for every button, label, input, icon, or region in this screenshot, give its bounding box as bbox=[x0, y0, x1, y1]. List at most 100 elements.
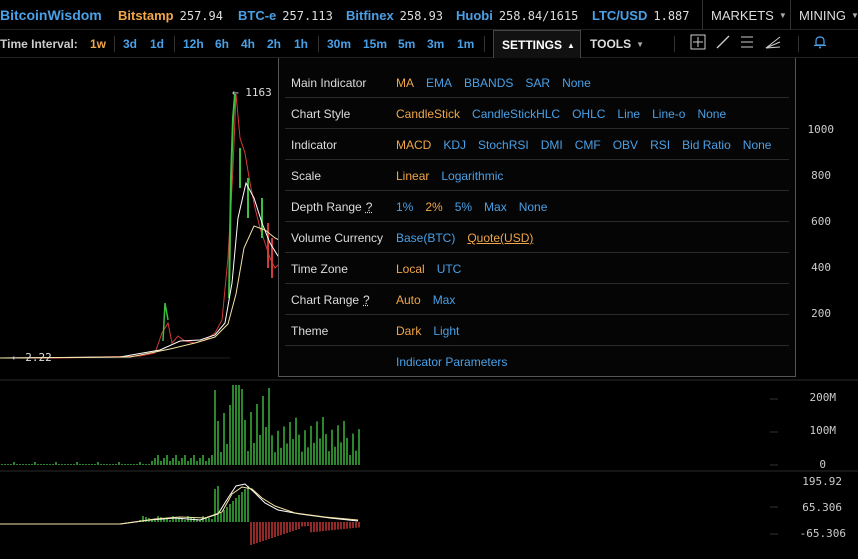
interval-3d[interactable]: 3d bbox=[123, 37, 137, 51]
option-5[interactable]: 5% bbox=[455, 200, 472, 214]
interval-bar: Time Interval: 1w 3d 1d 12h 6h 4h 2h 1h … bbox=[0, 30, 858, 58]
interval-1m[interactable]: 1m bbox=[457, 37, 474, 51]
settings-row-label: Chart Style bbox=[291, 107, 350, 121]
interval-30m[interactable]: 30m bbox=[327, 37, 351, 51]
option-obv[interactable]: OBV bbox=[613, 138, 638, 152]
settings-options: Linear Logarithmic bbox=[396, 169, 515, 183]
option-none[interactable]: None bbox=[697, 107, 726, 121]
mining-label: MINING bbox=[799, 8, 846, 23]
ticker-price: 258.93 bbox=[400, 9, 443, 23]
interval-6h[interactable]: 6h bbox=[215, 37, 229, 51]
ticker-name: Bitfinex bbox=[346, 8, 394, 23]
help-icon[interactable]: ? bbox=[363, 293, 370, 307]
settings-options: Indicator Parameters bbox=[396, 355, 519, 369]
option-ema[interactable]: EMA bbox=[426, 76, 452, 90]
option-bbands[interactable]: BBANDS bbox=[464, 76, 513, 90]
settings-row-label: Time Zone bbox=[291, 262, 348, 276]
interval-4h[interactable]: 4h bbox=[241, 37, 255, 51]
option-line[interactable]: Line bbox=[617, 107, 640, 121]
price-axis-label: 800 bbox=[796, 169, 831, 182]
tools-button[interactable]: TOOLS ▼ bbox=[590, 37, 644, 51]
settings-row-label: Chart Range? bbox=[291, 293, 370, 307]
option-max[interactable]: Max bbox=[484, 200, 507, 214]
mining-menu[interactable]: MINING ▼ bbox=[790, 0, 858, 30]
option-local[interactable]: Local bbox=[396, 262, 425, 276]
help-icon[interactable]: ? bbox=[366, 200, 373, 214]
settings-row-main-indicator: Main Indicator MA EMA BBANDS SAR None bbox=[285, 67, 789, 98]
top-bar: BitcoinWisdom Bitstamp 257.94 BTC-e 257.11… bbox=[0, 0, 858, 30]
option-light[interactable]: Light bbox=[433, 324, 459, 338]
option-stochrsi[interactable]: StochRSI bbox=[478, 138, 529, 152]
divider bbox=[318, 36, 319, 52]
ticker-bitstamp[interactable]: Bitstamp 257.94 bbox=[118, 8, 223, 23]
interval-5m[interactable]: 5m bbox=[398, 37, 415, 51]
option-dmi[interactable]: DMI bbox=[541, 138, 563, 152]
divider bbox=[174, 36, 175, 52]
fan-icon[interactable] bbox=[765, 35, 781, 52]
ticker-huobi[interactable]: Huobi 258.84/1615 bbox=[456, 8, 578, 23]
option-none[interactable]: None bbox=[743, 138, 772, 152]
site-logo[interactable]: BitcoinWisdom bbox=[0, 7, 102, 23]
interval-1d[interactable]: 1d bbox=[150, 37, 164, 51]
volume-axis-label: 100M bbox=[796, 424, 836, 437]
settings-options: Auto Max bbox=[396, 293, 467, 307]
option-1[interactable]: 1% bbox=[396, 200, 413, 214]
line-draw-icon[interactable] bbox=[716, 35, 730, 52]
settings-options: Dark Light bbox=[396, 324, 471, 338]
option-none[interactable]: None bbox=[519, 200, 548, 214]
settings-label-text: Theme bbox=[291, 324, 328, 338]
ticker-bitfinex[interactable]: Bitfinex 258.93 bbox=[346, 8, 443, 23]
settings-options: Base(BTC) Quote(USD) bbox=[396, 231, 545, 245]
settings-label-text: Time Zone bbox=[291, 262, 348, 276]
option-2[interactable]: 2% bbox=[425, 200, 442, 214]
option-max[interactable]: Max bbox=[433, 293, 456, 307]
option-logarithmic[interactable]: Logarithmic bbox=[441, 169, 503, 183]
option-line-o[interactable]: Line-o bbox=[652, 107, 685, 121]
option-rsi[interactable]: RSI bbox=[650, 138, 670, 152]
option-auto[interactable]: Auto bbox=[396, 293, 421, 307]
option-quote-usd[interactable]: Quote(USD) bbox=[467, 231, 533, 245]
volume-axis-label: 200M bbox=[796, 391, 836, 404]
interval-15m[interactable]: 15m bbox=[363, 37, 387, 51]
option-kdj[interactable]: KDJ bbox=[443, 138, 466, 152]
settings-row-theme: Theme Dark Light bbox=[285, 315, 789, 346]
settings-options: 1% 2% 5% Max None bbox=[396, 200, 559, 214]
option-cmf[interactable]: CMF bbox=[575, 138, 601, 152]
option-ma[interactable]: MA bbox=[396, 76, 414, 90]
option-macd[interactable]: MACD bbox=[396, 138, 431, 152]
settings-row-label: Volume Currency bbox=[291, 231, 383, 245]
option-ohlc[interactable]: OHLC bbox=[572, 107, 605, 121]
interval-2h[interactable]: 2h bbox=[267, 37, 281, 51]
settings-button[interactable]: SETTINGS ▲ bbox=[493, 30, 581, 59]
bell-icon[interactable] bbox=[813, 35, 827, 52]
option-dark[interactable]: Dark bbox=[396, 324, 421, 338]
ticker-price: 257.113 bbox=[282, 9, 333, 23]
settings-row-volume-currency: Volume Currency Base(BTC) Quote(USD) bbox=[285, 222, 789, 253]
option-base-btc[interactable]: Base(BTC) bbox=[396, 231, 455, 245]
settings-row-indicator-parameters: Indicator Parameters bbox=[285, 346, 789, 377]
option-linear[interactable]: Linear bbox=[396, 169, 429, 183]
crosshair-icon[interactable] bbox=[690, 34, 706, 53]
interval-1h[interactable]: 1h bbox=[294, 37, 308, 51]
settings-label-text: Volume Currency bbox=[291, 231, 383, 245]
option-none[interactable]: None bbox=[562, 76, 591, 90]
interval-12h[interactable]: 12h bbox=[183, 37, 204, 51]
settings-row-indicator: Indicator MACD KDJ StochRSI DMI CMF OBV RSI Bid … bbox=[285, 129, 789, 160]
markets-menu[interactable]: MARKETS ▼ bbox=[702, 0, 788, 30]
ticker-name: Bitstamp bbox=[118, 8, 174, 23]
option-candlestick[interactable]: CandleStick bbox=[396, 107, 460, 121]
option-utc[interactable]: UTC bbox=[437, 262, 462, 276]
ticker-btce[interactable]: BTC-e 257.113 bbox=[238, 8, 333, 23]
settings-options: CandleStick CandleStickHLC OHLC Line Line-o N… bbox=[396, 107, 738, 121]
horizontal-lines-icon[interactable] bbox=[740, 35, 754, 52]
option-indicator-parameters[interactable]: Indicator Parameters bbox=[396, 355, 507, 369]
interval-1w[interactable]: 1w bbox=[90, 37, 106, 51]
interval-3m[interactable]: 3m bbox=[427, 37, 444, 51]
price-axis-label: 200 bbox=[796, 307, 831, 320]
ticker-ltcusd[interactable]: LTC/USD 1.887 bbox=[592, 8, 690, 23]
option-bid-ratio[interactable]: Bid Ratio bbox=[682, 138, 731, 152]
settings-options: MA EMA BBANDS SAR None bbox=[396, 76, 603, 90]
option-candlestickhlc[interactable]: CandleStickHLC bbox=[472, 107, 560, 121]
settings-label-text: Indicator bbox=[291, 138, 337, 152]
option-sar[interactable]: SAR bbox=[525, 76, 550, 90]
